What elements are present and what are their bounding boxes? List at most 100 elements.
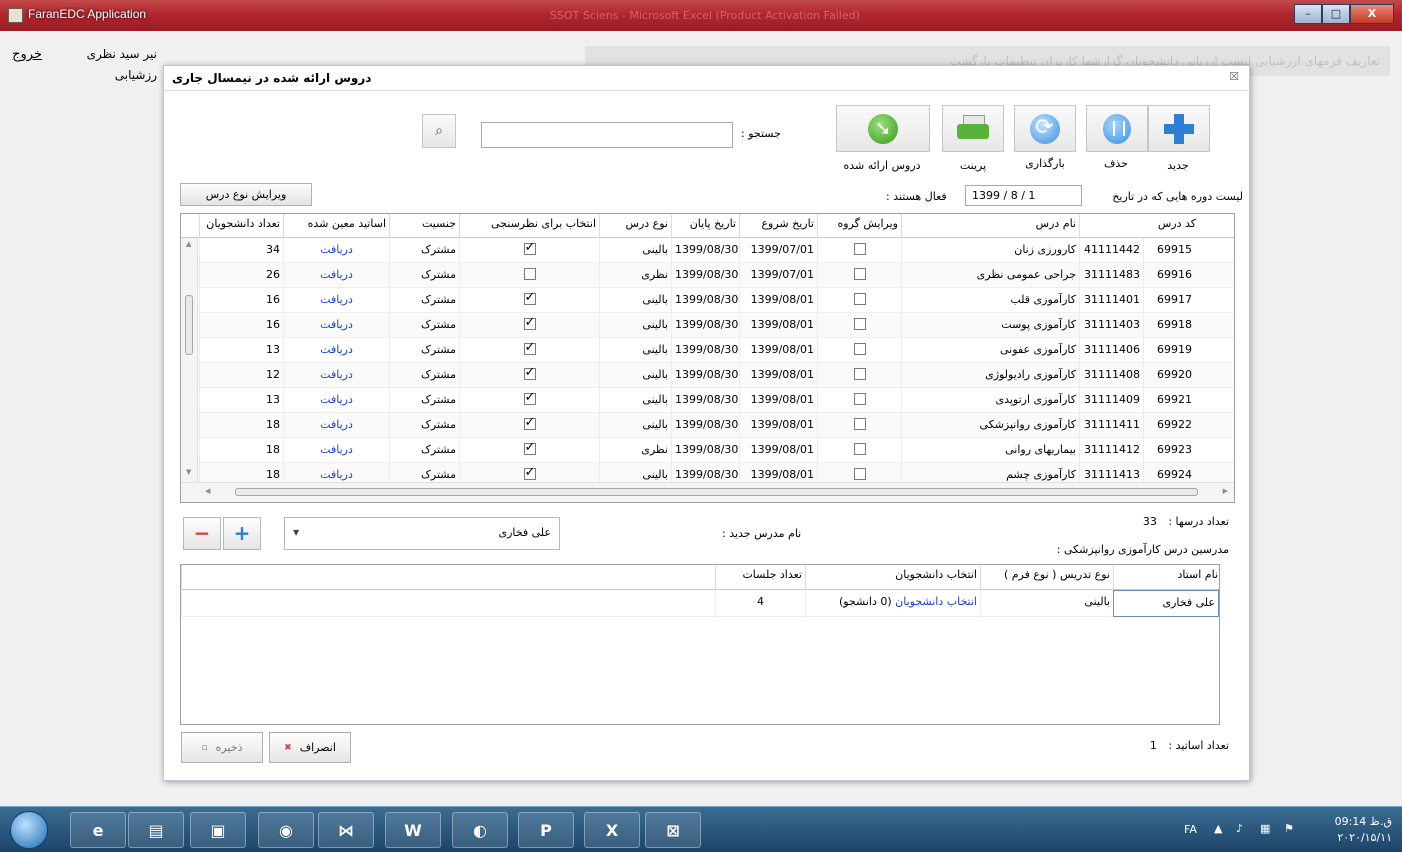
cell-end-date[interactable]: 1399/08/30 xyxy=(671,388,739,413)
evaluation-checkbox[interactable] xyxy=(523,415,536,430)
cell-end-date[interactable]: 1399/08/30 xyxy=(671,338,739,363)
cell-course-name[interactable]: کارآموزی ارتوپدی xyxy=(901,388,1079,413)
cell-course-name[interactable]: بیماریهای روانی xyxy=(901,438,1079,463)
cell-edit-group-checkbox[interactable] xyxy=(817,238,901,263)
cell-gender[interactable]: مشترک xyxy=(389,313,459,338)
cell-course-id[interactable]: 69919 xyxy=(1143,338,1195,363)
evaluation-checkbox[interactable] xyxy=(523,315,536,330)
close-window-button[interactable]: X xyxy=(1350,4,1394,24)
cell-start-date[interactable]: 1399/08/01 xyxy=(739,338,817,363)
cell-students[interactable]: 16 xyxy=(199,288,283,313)
receive-teachers-link[interactable]: دریافت xyxy=(320,443,353,456)
maximize-button[interactable]: □ xyxy=(1322,4,1350,24)
cell-course-code[interactable]: 31111483 xyxy=(1079,263,1143,288)
edit-group-checkbox[interactable] xyxy=(853,418,866,430)
search-button[interactable]: ⌕ xyxy=(422,114,456,148)
teacher-sessions[interactable]: 4 xyxy=(715,590,805,617)
horizontal-scrollbar-thumb[interactable] xyxy=(235,488,1198,496)
vertical-scrollbar[interactable]: ▲ ▼ xyxy=(181,238,198,482)
evaluation-checkbox[interactable] xyxy=(523,340,536,355)
cell-teachers-link[interactable]: دریافت xyxy=(283,413,389,438)
cell-type[interactable]: بالینی xyxy=(599,288,671,313)
cell-course-code[interactable]: 31111411 xyxy=(1079,413,1143,438)
delete-button[interactable] xyxy=(1086,105,1148,152)
cell-course-name[interactable]: کارآموزی روانپزشکی xyxy=(901,413,1079,438)
cell-edit-group-checkbox[interactable] xyxy=(817,388,901,413)
cell-type[interactable]: نظری xyxy=(599,438,671,463)
cell-students[interactable]: 16 xyxy=(199,313,283,338)
edit-group-checkbox[interactable] xyxy=(853,243,866,255)
cell-gender[interactable]: مشترک xyxy=(389,363,459,388)
receive-teachers-link[interactable]: دریافت xyxy=(320,318,353,331)
add-teacher-button[interactable]: + xyxy=(223,517,261,550)
cell-students[interactable]: 34 xyxy=(199,238,283,263)
cell-type[interactable]: بالینی xyxy=(599,313,671,338)
col-type[interactable]: نوع درس xyxy=(599,214,671,238)
cell-course-name[interactable]: کارآموزی پوست xyxy=(901,313,1079,338)
evaluation-checkbox[interactable] xyxy=(523,268,536,280)
cell-end-date[interactable]: 1399/08/30 xyxy=(671,288,739,313)
cell-teachers-link[interactable]: دریافت xyxy=(283,238,389,263)
cell-teachers-link[interactable]: دریافت xyxy=(283,338,389,363)
cell-start-date[interactable]: 1399/08/01 xyxy=(739,388,817,413)
chrome-icon[interactable]: ◉ xyxy=(258,812,314,848)
col-sessions[interactable]: تعداد جلسات xyxy=(715,565,805,590)
cell-evaluation-checkbox[interactable] xyxy=(459,438,599,463)
cell-students[interactable]: 18 xyxy=(199,413,283,438)
receive-teachers-link[interactable]: دریافت xyxy=(320,368,353,381)
cell-course-code[interactable]: 31111401 xyxy=(1079,288,1143,313)
edit-group-checkbox[interactable] xyxy=(853,393,866,405)
table-row[interactable]: 18 دریافت مشترک بالینی1399/08/301399/08/01 ک… xyxy=(181,413,1234,438)
cell-edit-group-checkbox[interactable] xyxy=(817,288,901,313)
col-end-date[interactable]: تاریخ پایان xyxy=(671,214,739,238)
cell-edit-group-checkbox[interactable] xyxy=(817,413,901,438)
cell-end-date[interactable]: 1399/08/30 xyxy=(671,313,739,338)
teacher-name-cell[interactable]: علی فخاری xyxy=(1113,590,1219,617)
cell-teachers-link[interactable]: دریافت xyxy=(283,388,389,413)
cell-evaluation-checkbox[interactable] xyxy=(459,263,599,288)
cell-evaluation-checkbox[interactable] xyxy=(459,363,599,388)
edit-group-checkbox[interactable] xyxy=(853,318,866,330)
cell-edit-group-checkbox[interactable] xyxy=(817,438,901,463)
cell-start-date[interactable]: 1399/08/01 xyxy=(739,363,817,388)
vs-icon[interactable]: ⋈ xyxy=(318,812,374,848)
cell-start-date[interactable]: 1399/07/01 xyxy=(739,263,817,288)
evaluation-checkbox[interactable] xyxy=(523,240,536,255)
cell-end-date[interactable]: 1399/08/30 xyxy=(671,238,739,263)
edit-group-checkbox[interactable] xyxy=(853,268,866,280)
save-button[interactable]: ذخیره ▫ xyxy=(181,732,263,763)
receive-teachers-link[interactable]: دریافت xyxy=(320,393,353,406)
teacher-select[interactable]: علی فخاری ▼ xyxy=(284,517,560,550)
cell-gender[interactable]: مشترک xyxy=(389,288,459,313)
cell-gender[interactable]: مشترک xyxy=(389,388,459,413)
col-gender[interactable]: جنسیت xyxy=(389,214,459,238)
cell-end-date[interactable]: 1399/08/30 xyxy=(671,363,739,388)
powerpoint-icon[interactable]: P xyxy=(518,812,574,848)
cell-edit-group-checkbox[interactable] xyxy=(817,338,901,363)
cell-start-date[interactable]: 1399/08/01 xyxy=(739,438,817,463)
cell-course-code[interactable]: 31111409 xyxy=(1079,388,1143,413)
cell-course-id[interactable]: 69917 xyxy=(1143,288,1195,313)
col-name[interactable]: نام درس xyxy=(901,214,1079,238)
cell-students[interactable]: 13 xyxy=(199,388,283,413)
teacher-select-students[interactable]: انتخاب دانشجویان (0 دانشجو) xyxy=(805,590,980,617)
table-row[interactable]: 34 دریافت مشترک بالینی1399/08/301399/07/01 ک… xyxy=(181,238,1234,263)
new-button[interactable] xyxy=(1148,105,1210,152)
table-row[interactable]: 16 دریافت مشترک بالینی1399/08/301399/08/01 ک… xyxy=(181,288,1234,313)
cell-end-date[interactable]: 1399/08/30 xyxy=(671,413,739,438)
cell-edit-group-checkbox[interactable] xyxy=(817,313,901,338)
reload-button[interactable] xyxy=(1014,105,1076,152)
cell-type[interactable]: نظری xyxy=(599,263,671,288)
search-input[interactable] xyxy=(481,122,733,148)
evaluation-checkbox[interactable] xyxy=(523,465,536,480)
date-picker[interactable]: 1399 / 8 / 1 xyxy=(965,185,1082,206)
cell-gender[interactable]: مشترک xyxy=(389,238,459,263)
edit-group-checkbox[interactable] xyxy=(853,368,866,380)
cell-end-date[interactable]: 1399/08/30 xyxy=(671,263,739,288)
cell-course-code[interactable]: 31111408 xyxy=(1079,363,1143,388)
cell-teachers-link[interactable]: دریافت xyxy=(283,438,389,463)
edit-group-checkbox[interactable] xyxy=(853,468,866,480)
cell-students[interactable]: 13 xyxy=(199,338,283,363)
cell-evaluation-checkbox[interactable] xyxy=(459,288,599,313)
col-select-students[interactable]: انتخاب دانشجویان xyxy=(805,565,980,590)
